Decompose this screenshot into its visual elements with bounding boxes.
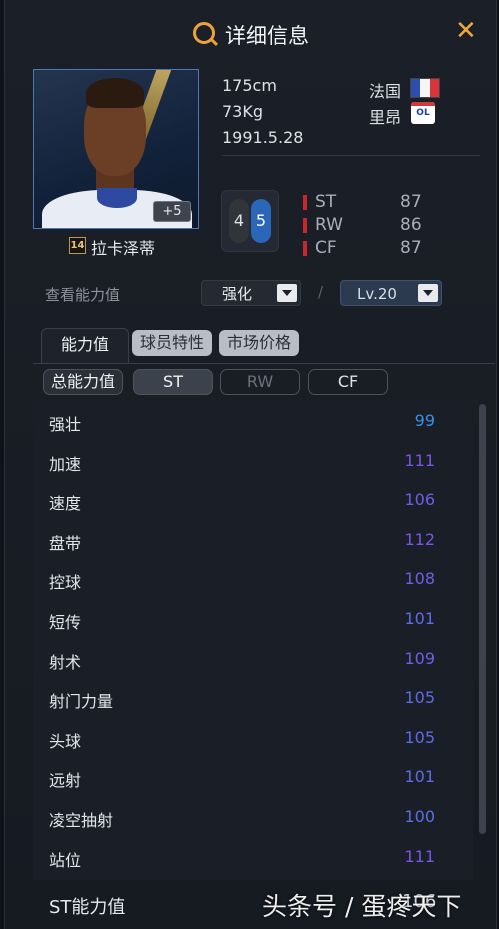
tab-stats[interactable]: 能力值 <box>41 328 129 364</box>
strong-foot-icon: 5 <box>251 199 271 243</box>
position-tab-total[interactable]: 总能力值 <box>43 369 123 395</box>
stat-value: 105 <box>404 688 435 708</box>
position-name: RW <box>315 215 343 235</box>
player-club: 里昂 <box>369 108 402 127</box>
chevron-down-icon[interactable] <box>418 284 438 302</box>
position-ratings: ST 87 RW 86 CF 87 <box>303 192 463 261</box>
stat-value: 101 <box>404 767 435 787</box>
watermark: 头条号 / 蛋疼天下 <box>262 892 462 921</box>
season-badge: 14 <box>69 237 86 254</box>
france-flag-icon <box>410 78 440 98</box>
position-bar <box>303 218 307 233</box>
weak-foot-icon: 4 <box>229 199 249 243</box>
club-logo-icon: OL <box>411 102 435 124</box>
stat-name: 控球 <box>49 573 82 593</box>
level-select-value: Lv.20 <box>357 285 397 303</box>
title-bar: 详细信息 ✕ <box>5 14 496 54</box>
enhance-select[interactable]: 强化 <box>201 280 301 306</box>
position-tab-cf[interactable]: CF <box>308 369 388 395</box>
page-title: 详细信息 <box>225 24 309 48</box>
tab-divider <box>33 363 495 364</box>
stat-value: 106 <box>404 490 435 510</box>
stat-row: 站位 111 <box>33 836 473 876</box>
stat-name: 射门力量 <box>49 692 114 712</box>
stat-row: 凌空抽射 100 <box>33 796 473 836</box>
chevron-down-icon[interactable] <box>277 284 297 302</box>
tab-traits[interactable]: 球员特性 <box>132 330 212 356</box>
stat-row: 盘带 112 <box>33 519 473 559</box>
summary-label: ST能力值 <box>49 897 126 918</box>
stats-list: 强壮 99 加速 111 速度 106 盘带 112 控球 108 短传 101 射术 109 射门力量 10… <box>33 400 473 880</box>
stat-value: 112 <box>404 529 435 549</box>
stat-row: 控球 108 <box>33 558 473 598</box>
position-bar <box>303 195 307 210</box>
stat-row: 加速 111 <box>33 440 473 480</box>
position-rating-row: ST 87 <box>303 192 463 215</box>
stat-name: 凌空抽射 <box>49 811 114 830</box>
stat-value: 99 <box>414 411 435 430</box>
stat-row: 速度 106 <box>33 479 473 519</box>
stat-name: 短传 <box>49 613 82 632</box>
stat-name: 站位 <box>49 850 82 870</box>
position-value: 86 <box>400 215 422 235</box>
position-bar <box>303 241 307 256</box>
stat-value: 109 <box>404 648 435 668</box>
stat-value: 100 <box>404 807 435 826</box>
player-height: 175cm <box>222 76 277 95</box>
separator: / <box>318 283 324 301</box>
close-button[interactable]: ✕ <box>455 16 477 46</box>
enhance-level-badge: +5 <box>153 201 191 222</box>
stat-row: 短传 101 <box>33 598 473 638</box>
player-birthdate: 1991.5.28 <box>222 128 304 147</box>
stat-row: 头球 105 <box>33 717 473 757</box>
stat-row: 强壮 99 <box>33 400 473 440</box>
position-name: ST <box>315 192 337 212</box>
position-tab-st[interactable]: ST <box>133 369 213 395</box>
stat-name: 头球 <box>49 731 82 751</box>
stat-row: 射门力量 105 <box>33 677 473 717</box>
stat-name: 速度 <box>49 494 82 514</box>
tab-market-price[interactable]: 市场价格 <box>219 330 299 356</box>
stat-value: 111 <box>404 846 435 866</box>
stat-value: 101 <box>404 609 435 628</box>
stat-name: 射术 <box>49 652 82 672</box>
position-rating-row: CF 87 <box>303 238 463 261</box>
position-name: CF <box>315 238 337 258</box>
stat-name: 强壮 <box>49 415 82 434</box>
scrollbar[interactable] <box>479 404 486 834</box>
stat-row: 远射 101 <box>33 756 473 796</box>
foot-indicator: 4 5 <box>221 190 279 252</box>
position-value: 87 <box>400 238 422 258</box>
player-name: 拉卡泽蒂 <box>91 239 156 258</box>
stat-name: 加速 <box>49 454 82 474</box>
stat-value: 105 <box>404 727 435 747</box>
position-tab-rw[interactable]: RW <box>220 369 300 395</box>
position-value: 87 <box>400 192 422 212</box>
level-select[interactable]: Lv.20 <box>340 280 442 306</box>
view-stats-label: 查看能力值 <box>45 286 121 304</box>
player-weight: 73Kg <box>222 102 264 121</box>
enhance-select-value: 强化 <box>222 285 253 303</box>
divider <box>222 155 480 156</box>
search-icon <box>193 22 215 44</box>
player-nationality: 法国 <box>369 82 402 101</box>
stat-value: 108 <box>404 569 435 589</box>
stat-row: 射术 109 <box>33 638 473 678</box>
stat-value: 111 <box>404 450 435 470</box>
stat-name: 盘带 <box>49 533 82 553</box>
player-detail-panel: 详细信息 ✕ +5 14 拉卡泽蒂 175cm 73Kg 1991.5.28 法… <box>4 0 497 929</box>
stat-name: 远射 <box>49 771 82 791</box>
position-rating-row: RW 86 <box>303 215 463 238</box>
